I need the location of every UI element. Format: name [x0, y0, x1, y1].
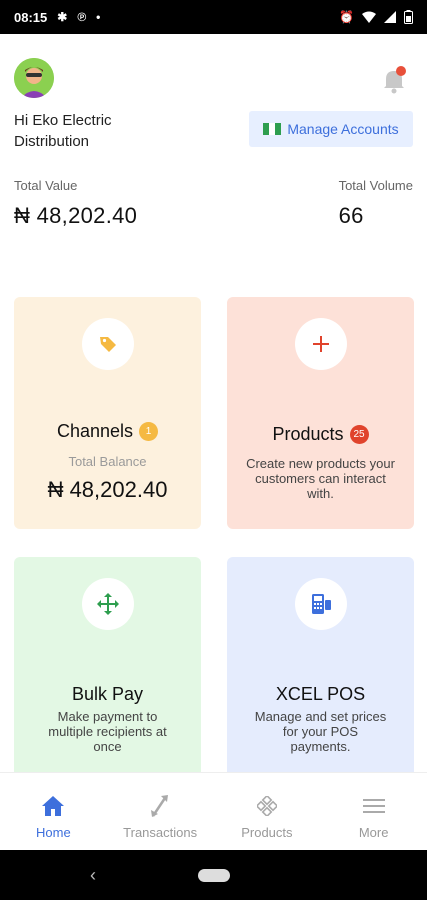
products-description: Create new products your customers can i… — [246, 456, 395, 501]
home-gesture-pill[interactable] — [198, 869, 230, 882]
products-count-badge: 25 — [349, 425, 369, 444]
nav-products[interactable]: Products — [214, 773, 321, 850]
menu-icon — [362, 799, 385, 813]
nav-transactions[interactable]: Transactions — [107, 773, 214, 850]
manage-accounts-label: Manage Accounts — [287, 121, 399, 137]
total-volume-stat: Total Volume 66 — [339, 178, 413, 229]
nav-transactions-label: Transactions — [123, 825, 198, 840]
nigeria-flag-icon — [263, 123, 282, 135]
slack-icon: ✱ — [57, 10, 68, 24]
home-icon — [42, 796, 65, 816]
products-card[interactable]: Products 25 Create new products your cus… — [227, 297, 414, 529]
total-value-amount: ₦ 48,202.40 — [14, 203, 138, 228]
pinterest-icon: ℗ — [77, 10, 87, 24]
products-icon — [256, 796, 277, 816]
nav-home[interactable]: Home — [0, 773, 107, 850]
transactions-icon — [151, 795, 169, 817]
channels-card[interactable]: Channels 1 Total Balance ₦ 48,202.40 — [14, 297, 201, 529]
nav-products-label: Products — [241, 825, 293, 840]
battery-icon — [404, 10, 413, 24]
back-chevron-icon[interactable]: ‹ — [90, 866, 96, 884]
xcel-pos-title: XCEL POS — [275, 684, 366, 704]
nav-more[interactable]: More — [320, 773, 427, 850]
status-time: 08:15 — [14, 9, 48, 25]
signal-icon — [384, 11, 396, 23]
move-arrows-icon — [96, 593, 119, 615]
xcel-pos-description: Manage and set prices for your POS payme… — [254, 709, 387, 754]
status-bar: 08:15 ✱ ℗ • ⏰ — [0, 0, 427, 34]
xcel-pos-icon-circle — [294, 578, 347, 630]
tag-icon — [99, 337, 116, 352]
wifi-icon — [362, 11, 376, 23]
total-value-stat: Total Value ₦ 48,202.40 — [14, 178, 137, 229]
channels-title-row: Channels 1 — [56, 421, 159, 442]
products-title: Products — [272, 424, 344, 444]
total-value-label: Total Value — [14, 178, 78, 193]
stats-summary: Total Value ₦ 48,202.40 Total Volume 66 — [14, 178, 413, 238]
channels-total-balance-label: Total Balance — [68, 454, 147, 469]
dot-icon: • — [96, 10, 101, 24]
channels-icon-circle — [81, 318, 134, 370]
pos-terminal-icon — [311, 594, 331, 614]
bulk-pay-icon-circle — [81, 578, 134, 630]
nav-home-label: Home — [36, 825, 71, 840]
total-volume-label: Total Volume — [338, 178, 413, 193]
greeting-text: Hi Eko Electric Distribution — [14, 112, 112, 150]
manage-accounts-button[interactable]: Manage Accounts — [249, 111, 413, 147]
nav-more-label: More — [358, 825, 389, 840]
bulk-pay-card[interactable]: Bulk Pay Make payment to multiple recipi… — [14, 557, 201, 789]
bottom-navigation: Home Transactions Products More — [0, 772, 427, 850]
plus-icon — [312, 336, 329, 352]
channels-balance-amount: ₦ 48,202.40 — [47, 477, 168, 502]
total-volume-count: 66 — [338, 203, 364, 228]
products-title-row: Products 25 — [272, 424, 369, 445]
notification-bell-icon[interactable] — [381, 66, 407, 94]
bulk-pay-title: Bulk Pay — [71, 684, 144, 704]
channels-count-badge: 1 — [139, 422, 159, 441]
xcel-pos-card[interactable]: XCEL POS Manage and set prices for your … — [227, 557, 414, 789]
notification-dot — [396, 66, 406, 76]
alarm-icon: ⏰ — [339, 10, 354, 24]
system-navigation-bar: ‹ — [0, 850, 427, 900]
channels-title: Channels — [56, 421, 134, 441]
bulk-pay-description: Make payment to multiple recipients at o… — [48, 709, 167, 754]
products-icon-circle — [294, 318, 347, 370]
avatar[interactable] — [14, 58, 54, 98]
